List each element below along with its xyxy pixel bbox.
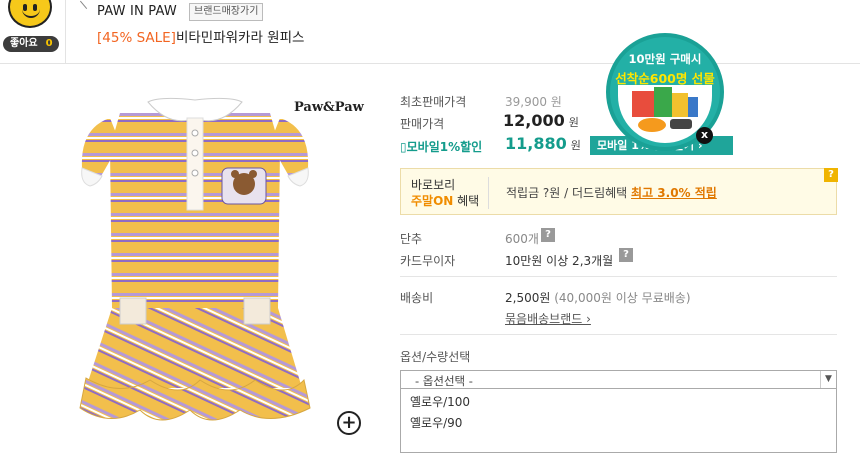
close-icon[interactable]: x xyxy=(696,127,713,144)
mobile-price-unit: 원 xyxy=(570,139,581,152)
help-icon[interactable]: ? xyxy=(824,168,838,182)
mobile-price-value: 11,880 xyxy=(505,134,567,153)
brand-name[interactable]: PAW IN PAW xyxy=(97,4,177,19)
mobile-discount-label: ▯모바일1%할인 xyxy=(400,140,483,154)
smiley-mouth-icon xyxy=(22,8,40,18)
shipping-label: 배송비 xyxy=(400,291,434,305)
divider xyxy=(400,334,837,335)
sale-price-unit: 원 xyxy=(568,116,579,129)
product-name: 비타민파워카라 원피스 xyxy=(175,30,305,46)
benefit-box: 바로보리 주말ON 혜택 적립금 ?원 / 더드림혜택 최고 3.0% 적립 ? xyxy=(400,168,838,215)
product-image[interactable] xyxy=(40,88,370,448)
divider-mark xyxy=(79,0,95,10)
like-count: 0 xyxy=(45,38,53,49)
option-list: 옐로우/100 옐로우/90 xyxy=(400,389,837,453)
orig-price-label: 최초판매가격 xyxy=(400,95,467,109)
product-title: [45% SALE]비타민파워카라 원피스 xyxy=(97,26,304,46)
option-item[interactable]: 옐로우/90 xyxy=(410,414,462,431)
like-label: 좋아요 xyxy=(10,38,38,49)
bundle-brand-link[interactable]: 묶음배송브랜드 › xyxy=(505,310,591,327)
sale-price-label: 판매가격 xyxy=(400,117,445,131)
orig-price-value: 39,900 원 xyxy=(505,95,562,109)
shipping-value: 2,500원 (40,000원 이상 무료배송) xyxy=(505,291,691,305)
mobile-price: 11,880 원 xyxy=(505,134,581,153)
help-icon[interactable]: ? xyxy=(619,248,633,262)
card-label: 카드무이자 xyxy=(400,254,456,268)
help-icon[interactable]: ? xyxy=(541,228,555,242)
like-badge[interactable]: 좋아요 0 xyxy=(3,36,59,52)
unit-label: 단추 xyxy=(400,232,423,246)
sale-price: 12,000 원 xyxy=(503,111,579,130)
benefit-line1: 바로보리 xyxy=(411,178,456,192)
brand-logo: Paw&Paw xyxy=(294,100,364,115)
option-section-label: 옵션/수량선택 xyxy=(400,350,471,364)
shipping-note: (40,000원 이상 무료배송) xyxy=(554,291,691,305)
option-select-placeholder: - 옵션선택 - xyxy=(415,374,473,388)
benefit-highlight-link[interactable]: 최고 3.0% 적립 xyxy=(631,186,717,200)
benefit-text: 적립금 ?원 / 더드림혜택 최고 3.0% 적립 xyxy=(506,186,717,200)
card-value: 10만원 이상 2,3개월 xyxy=(505,254,614,268)
brand-store-button[interactable]: 브랜드매장가기 xyxy=(189,3,264,21)
option-item[interactable]: 옐로우/100 xyxy=(410,393,470,410)
sale-price-value: 12,000 xyxy=(503,111,565,130)
smiley-like-icon[interactable] xyxy=(8,0,52,28)
product-header: 좋아요 0 PAW IN PAW 브랜드매장가기 [45% SALE]비타민파워카… xyxy=(0,0,860,64)
benefit-line2: 주말ON 혜택 xyxy=(411,194,480,208)
chevron-down-icon[interactable]: ▼ xyxy=(820,371,836,388)
promo-line1: 10만원 구매시 xyxy=(628,52,702,66)
divider xyxy=(400,276,837,277)
sale-tag: [45% SALE] xyxy=(97,30,176,46)
unit-value: 600개 xyxy=(505,232,539,246)
option-select[interactable]: - 옵션선택 - ▼ xyxy=(400,370,837,389)
phone-icon: ▯ xyxy=(400,140,407,154)
like-box[interactable]: 좋아요 0 xyxy=(0,0,66,64)
benefit-title: 바로보리 주말ON 혜택 xyxy=(411,177,489,209)
zoom-plus-icon[interactable]: + xyxy=(337,411,361,435)
